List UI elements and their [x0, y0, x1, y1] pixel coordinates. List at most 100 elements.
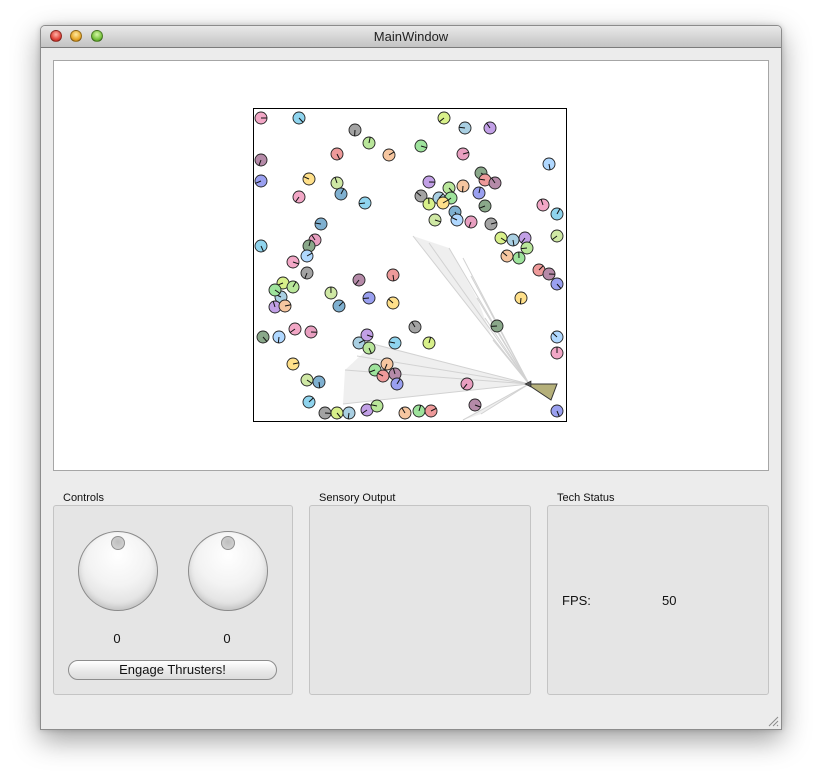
ball	[304, 325, 318, 339]
ball	[390, 377, 404, 391]
left-thruster-knob[interactable]	[78, 531, 158, 611]
ball	[380, 357, 394, 371]
ball	[286, 357, 300, 371]
ball	[542, 157, 556, 171]
ball	[386, 268, 400, 282]
ball	[334, 187, 348, 201]
main-window: MainWindow Controls 0 0 Engage Thrusters…	[40, 25, 782, 730]
ball	[550, 346, 564, 360]
ball	[382, 148, 396, 162]
right-thruster-knob[interactable]	[188, 531, 268, 611]
ball	[388, 336, 402, 350]
fps-label: FPS:	[562, 593, 591, 608]
ball	[437, 111, 451, 125]
title-bar[interactable]: MainWindow	[41, 26, 781, 48]
ball	[506, 233, 520, 247]
ball	[468, 398, 482, 412]
ball	[300, 249, 314, 263]
ball	[300, 266, 314, 280]
ball	[520, 241, 534, 255]
ball	[376, 369, 390, 383]
knob-indicator	[221, 536, 235, 550]
ball	[254, 239, 268, 253]
ball	[330, 176, 344, 190]
controls-group-label: Controls	[63, 492, 104, 504]
tech-group-label: Tech Status	[557, 492, 615, 504]
ball	[256, 330, 270, 344]
ball	[312, 375, 326, 389]
ball	[292, 111, 306, 125]
ball	[472, 186, 486, 200]
ball	[542, 267, 556, 281]
tech-status-group: FPS: 50	[547, 505, 769, 695]
ball	[550, 330, 564, 344]
ball	[422, 175, 436, 189]
ball	[254, 174, 268, 188]
fps-value: 50	[662, 593, 677, 608]
ball	[464, 215, 478, 229]
window-title: MainWindow	[373, 29, 449, 44]
ball	[460, 377, 474, 391]
ball	[428, 213, 442, 227]
ball	[286, 255, 300, 269]
ball	[478, 199, 492, 213]
sensory-output-group	[309, 505, 531, 695]
ball	[362, 341, 376, 355]
engage-thrusters-button[interactable]: Engage Thrusters!	[68, 660, 277, 680]
ball	[324, 286, 338, 300]
ball	[330, 147, 344, 161]
ball	[330, 406, 344, 420]
controls-group: 0 0 Engage Thrusters!	[53, 505, 293, 695]
ball	[456, 147, 470, 161]
ball	[352, 273, 366, 287]
ball	[254, 111, 268, 125]
right-knob-value: 0	[223, 631, 231, 646]
ball	[500, 249, 514, 263]
ball	[550, 404, 564, 418]
ball	[550, 277, 564, 291]
ball	[332, 299, 346, 313]
ball	[272, 330, 286, 344]
ball	[488, 176, 502, 190]
ball	[278, 299, 292, 313]
ball	[512, 251, 526, 265]
ball	[412, 404, 426, 418]
ball	[342, 406, 356, 420]
ball	[450, 213, 464, 227]
ball	[386, 296, 400, 310]
ball	[318, 406, 332, 420]
resize-grip-icon[interactable]	[767, 715, 779, 727]
ball	[514, 291, 528, 305]
ball	[536, 198, 550, 212]
ball	[286, 280, 300, 294]
left-knob-value: 0	[113, 631, 121, 646]
ball	[360, 328, 374, 342]
simulation-view	[53, 60, 769, 471]
ball	[414, 139, 428, 153]
ball	[484, 217, 498, 231]
ball	[398, 406, 412, 420]
sensory-group-label: Sensory Output	[319, 492, 396, 504]
ball	[424, 404, 438, 418]
ball	[314, 217, 328, 231]
ball	[348, 123, 362, 137]
knob-indicator	[111, 536, 125, 550]
ball	[362, 291, 376, 305]
ball	[268, 283, 282, 297]
ball	[288, 322, 302, 336]
ball	[300, 373, 314, 387]
ball	[358, 196, 372, 210]
ball	[436, 196, 450, 210]
ball	[302, 395, 316, 409]
ball	[422, 336, 436, 350]
arena	[253, 108, 567, 422]
ball	[458, 121, 472, 135]
ball	[550, 229, 564, 243]
ball	[362, 136, 376, 150]
ball	[254, 153, 268, 167]
ball	[483, 121, 497, 135]
ball	[490, 319, 504, 333]
ball	[302, 172, 316, 186]
ball	[494, 231, 508, 245]
ball	[408, 320, 422, 334]
